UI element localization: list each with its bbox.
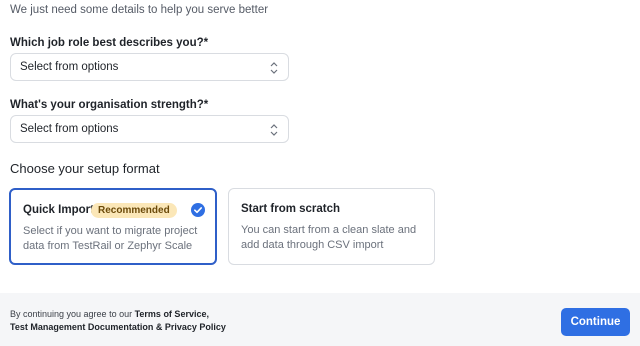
org-strength-select[interactable]: Select from options bbox=[10, 115, 289, 143]
org-strength-label: What's your organisation strength?* bbox=[10, 99, 209, 111]
legal-prefix: By continuing you agree to our bbox=[10, 309, 135, 319]
start-from-scratch-description: You can start from a clean slate and add… bbox=[241, 224, 417, 251]
recommended-badge: Recommended bbox=[91, 203, 177, 218]
onboarding-form: We just need some details to help you se… bbox=[0, 0, 640, 346]
intro-text: We just need some details to help you se… bbox=[10, 4, 269, 16]
footer-bar: By continuing you agree to our Terms of … bbox=[0, 293, 640, 346]
setup-format-title: Choose your setup format bbox=[10, 161, 160, 176]
job-role-label: Which job role best describes you?* bbox=[10, 37, 209, 49]
continue-button[interactable]: Continue bbox=[561, 308, 630, 336]
legal-text: By continuing you agree to our Terms of … bbox=[10, 308, 226, 334]
start-from-scratch-title: Start from scratch bbox=[241, 203, 341, 215]
start-from-scratch-card[interactable]: Start from scratch You can start from a … bbox=[228, 188, 435, 265]
check-circle-icon bbox=[191, 203, 205, 217]
job-role-select-value: Select from options bbox=[20, 61, 119, 73]
quick-import-card[interactable]: Quick Import Recommended Select if you w… bbox=[9, 188, 217, 265]
docs-privacy-link[interactable]: Test Management Documentation & Privacy … bbox=[10, 322, 226, 332]
quick-import-description: Select if you want to migrate project da… bbox=[23, 225, 198, 252]
chevron-up-down-icon bbox=[270, 62, 278, 74]
chevron-up-down-icon bbox=[270, 124, 278, 136]
job-role-select[interactable]: Select from options bbox=[10, 53, 289, 81]
terms-of-service-link[interactable]: Terms of Service, bbox=[135, 309, 209, 319]
org-strength-select-value: Select from options bbox=[20, 123, 119, 135]
quick-import-title: Quick Import bbox=[23, 204, 94, 216]
